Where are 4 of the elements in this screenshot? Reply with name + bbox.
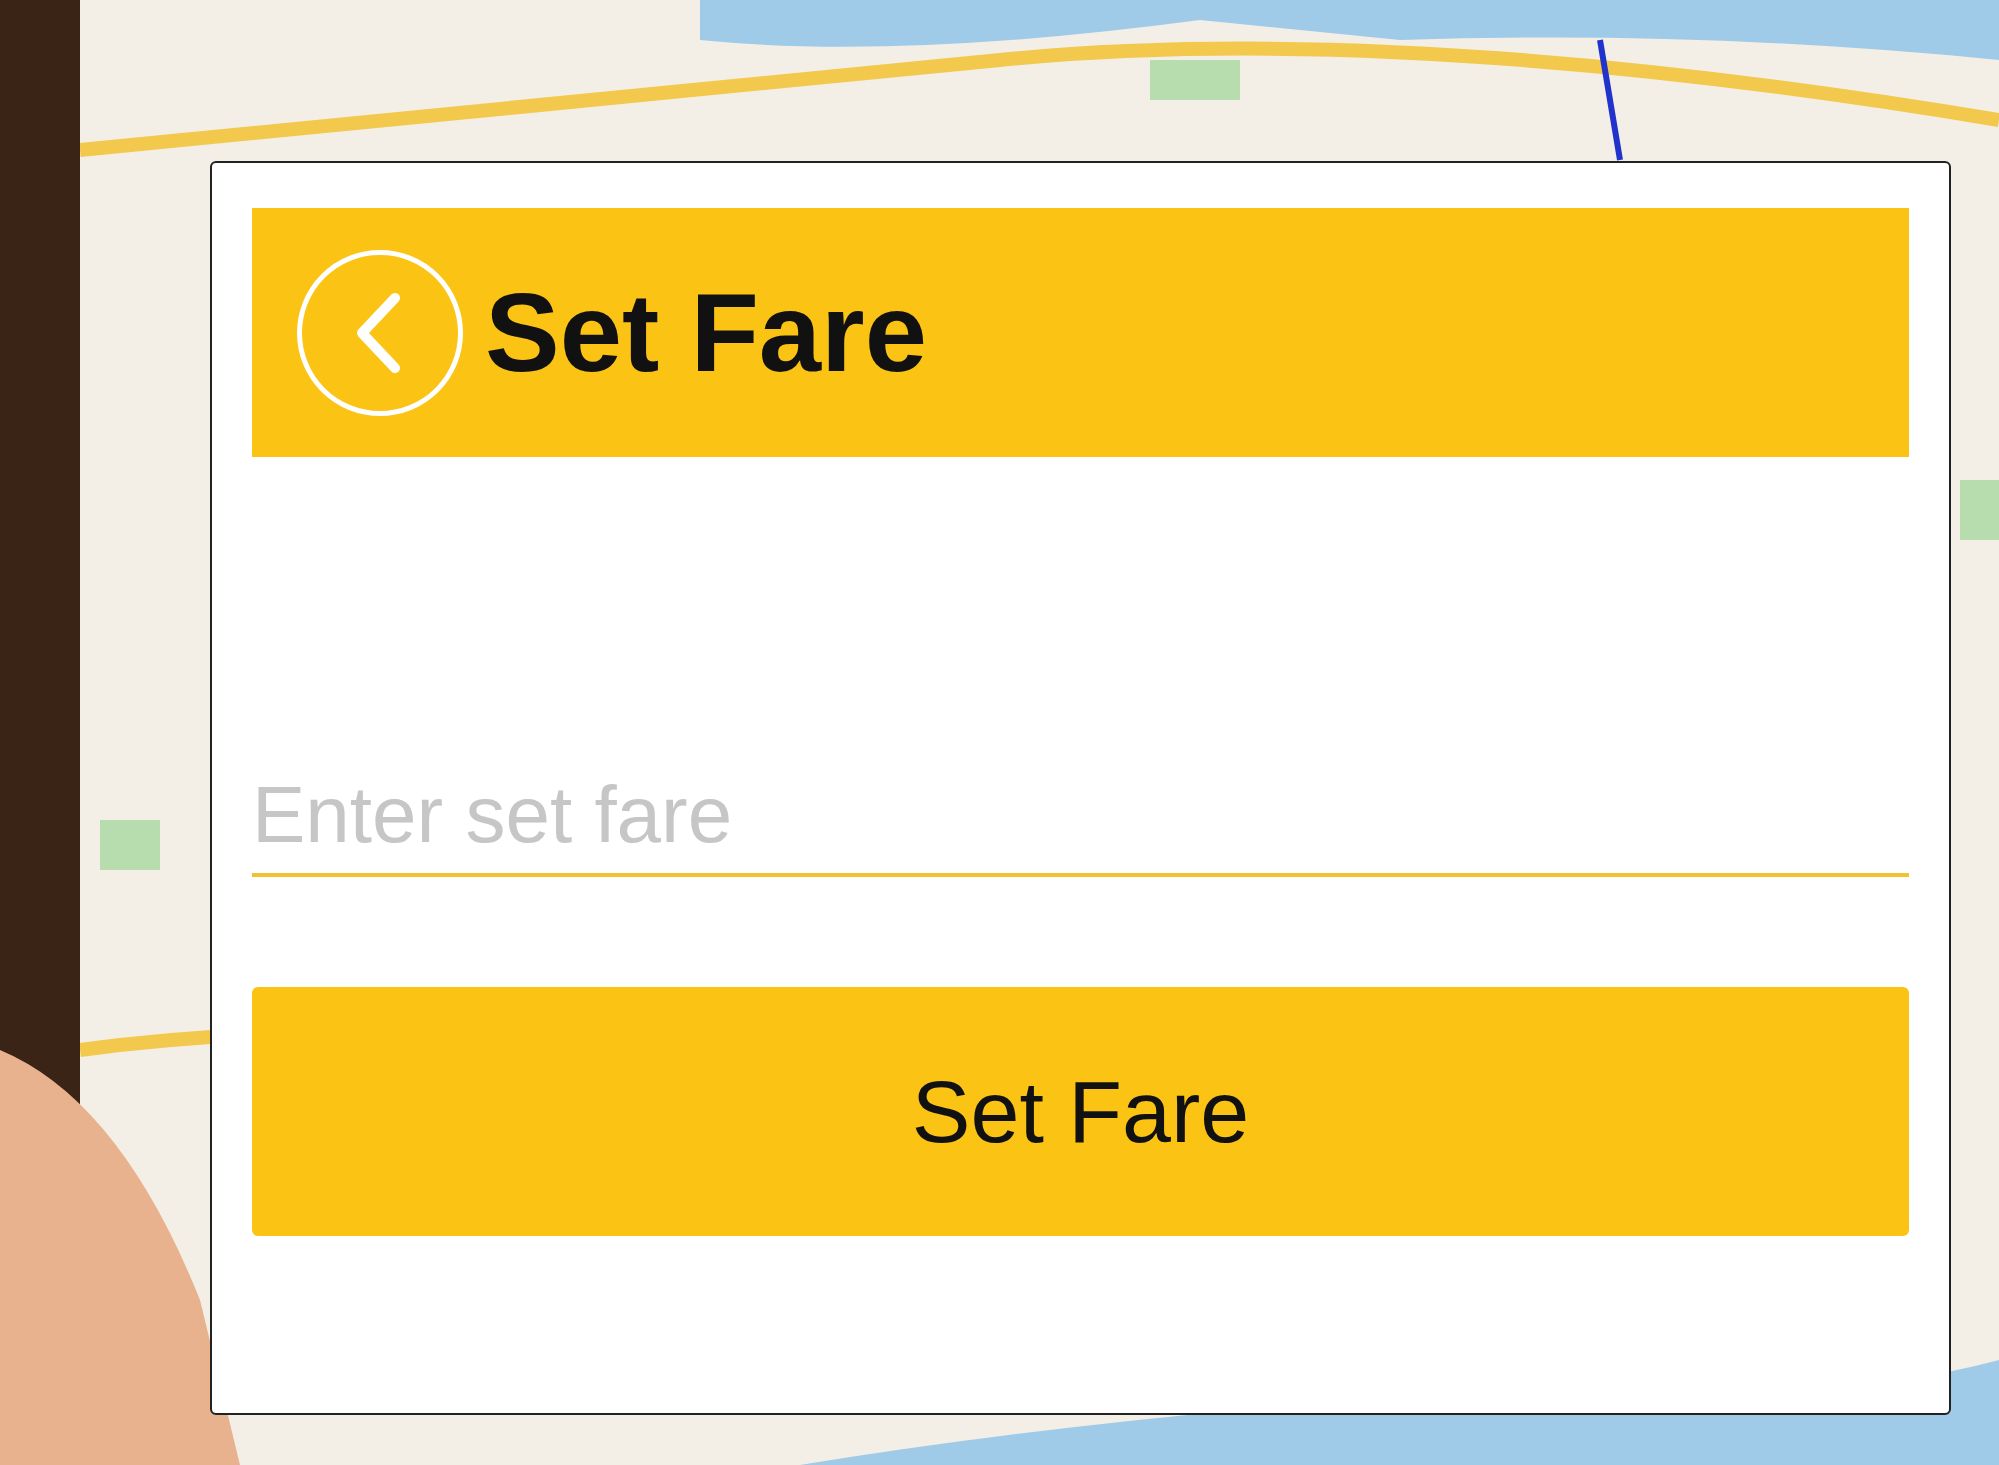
fare-input-field[interactable]: Enter set fare xyxy=(252,757,1909,877)
set-fare-button[interactable]: Set Fare xyxy=(252,987,1909,1236)
dialog-title: Set Fare xyxy=(485,269,927,397)
back-button[interactable] xyxy=(297,249,463,416)
